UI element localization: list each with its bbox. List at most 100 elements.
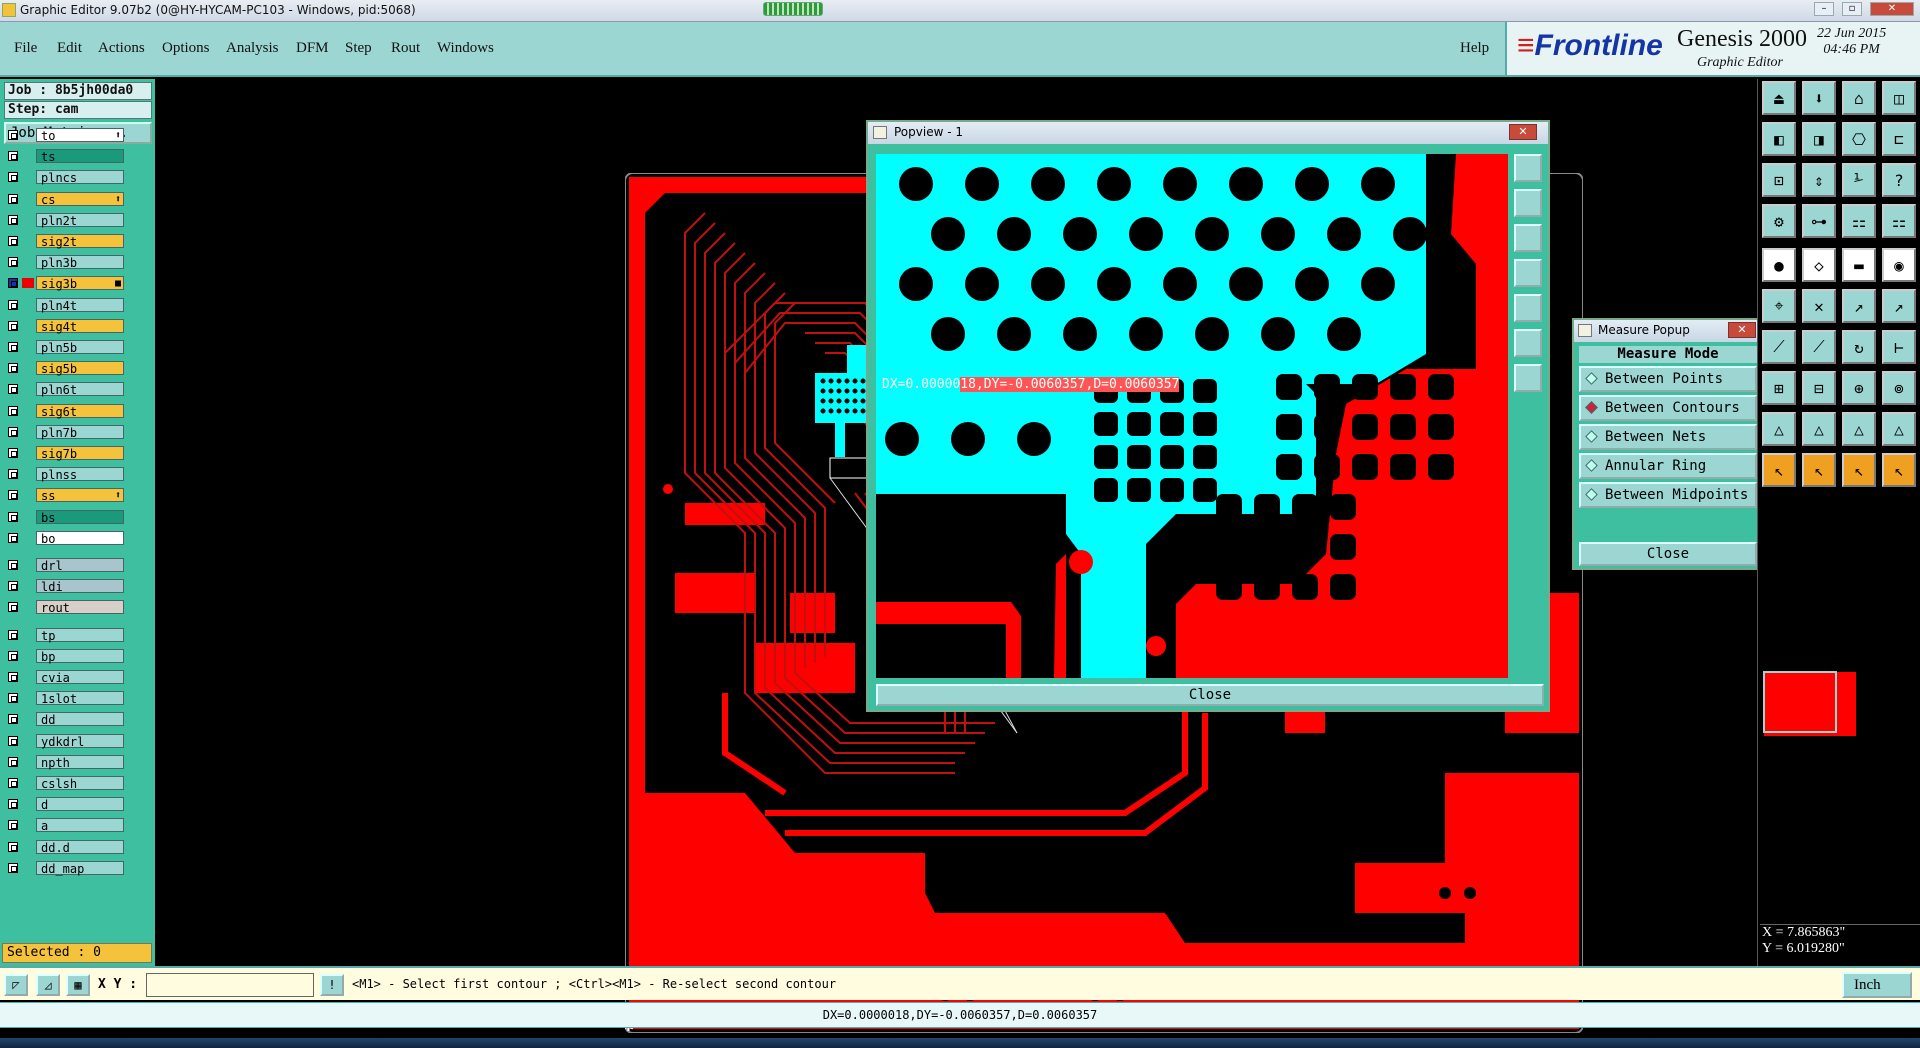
tool-pad-round-icon[interactable]: ● [1762,248,1796,282]
tool-select-a-icon[interactable]: ↖ [1762,453,1796,487]
tool-delete-node-icon[interactable]: ✕ [1802,289,1836,323]
popview-zoom-view[interactable]: DX=0.0000018,DY=-0.0060357,D=0.0060357 [876,154,1508,678]
layer-name[interactable]: 1slot [36,691,124,706]
layer-row-a[interactable]: a [6,818,124,833]
option-between-nets[interactable]: Between Nets [1579,424,1757,450]
layer-row-pln7b[interactable]: pln7b [6,424,124,440]
tool-triangle-d-icon[interactable]: △ [1882,412,1916,446]
tool-prev-icon[interactable]: ◧ [1762,122,1796,156]
layer-name[interactable]: dd [36,712,124,727]
layer-row-pln3b[interactable]: pln3b [6,255,124,270]
layer-checkbox[interactable] [8,841,18,852]
measure-close-x-button[interactable]: ✕ [1728,322,1756,338]
layer-row-tp[interactable]: tp [6,627,124,643]
popview-snap-icon[interactable] [1514,364,1542,392]
layer-name[interactable]: to ⬆ [36,128,124,143]
layer-checkbox[interactable] [8,532,18,543]
layer-row-dd.d[interactable]: dd.d [6,839,124,855]
tool-rotate-icon[interactable]: ↻ [1842,330,1876,364]
popview-title-bar[interactable]: Popview - 1 [868,122,1548,144]
tool-line-icon[interactable]: ▬ [1842,248,1876,282]
tool-home-icon[interactable]: ⌂ [1842,81,1876,115]
popview-pan-left-icon[interactable] [1514,259,1542,287]
layer-name[interactable]: bp [36,648,124,664]
layer-name[interactable]: ts [36,149,124,164]
layer-checkbox[interactable] [8,257,18,268]
tool-add-line-icon[interactable]: ↗ [1842,289,1876,323]
layer-checkbox[interactable] [8,193,18,204]
layer-row-ydkdrl[interactable]: ydkdrl [6,733,124,749]
tool-fit-all-icon[interactable]: ⎔ [1842,122,1876,156]
layer-row-pln4t[interactable]: pln4t [6,297,124,313]
info-icon[interactable]: ! [320,974,344,996]
layer-row-cslsh[interactable]: cslsh [6,776,124,791]
layer-row-sig7b[interactable]: sig7b [6,446,124,461]
layer-name[interactable]: pln6t [36,382,124,397]
layer-name[interactable]: sig7b [36,446,124,461]
layer-name[interactable]: pln4t [36,297,124,313]
layer-name[interactable]: pln3b [36,255,124,270]
menu-analysis[interactable]: Analysis [226,40,279,57]
units-selector[interactable]: Inch [1842,972,1912,998]
layer-checkbox[interactable] [8,130,18,140]
layer-name[interactable]: cs ⬆ [36,191,124,207]
layer-row-drl[interactable]: drl [6,558,124,573]
option-between-contours[interactable]: Between Contours [1579,395,1757,421]
popview-close-button[interactable]: Close [876,684,1544,706]
layer-row-npth[interactable]: npth [6,754,124,770]
menu-rout[interactable]: Rout [391,40,420,57]
layer-name[interactable]: pln2t [36,212,124,228]
overview-thumbnail[interactable] [1760,670,1856,738]
tool-filter-icon[interactable]: ⚏ [1842,204,1876,238]
layer-name[interactable]: ss ⬆ [36,488,124,503]
layer-name[interactable]: ydkdrl [36,733,124,749]
layer-name[interactable]: a [36,818,124,833]
layer-row-rout[interactable]: rout [6,600,124,615]
layer-row-cvia[interactable]: cvia [6,670,124,685]
layer-row-pln6t[interactable]: pln6t [6,382,124,397]
menu-options[interactable]: Options [162,40,210,57]
tool-pad-icon[interactable]: ⊶ [1802,204,1836,238]
layer-checkbox[interactable] [8,342,18,352]
layer-checkbox[interactable] [8,299,18,310]
tool-zoom-rect-icon[interactable]: ⊡ [1762,163,1796,197]
tool-circle-icon[interactable]: ◉ [1882,248,1916,282]
tool-scale-icon[interactable]: ⅟ [1842,163,1876,197]
menu-step[interactable]: Step [345,40,372,57]
layer-name[interactable]: sig2t [36,234,124,249]
layer-checkbox[interactable] [8,735,18,746]
layer-row-sig5b[interactable]: sig5b [6,361,124,376]
menu-windows[interactable]: Windows [437,40,494,57]
tool-snap-icon[interactable]: ⊕ [1842,371,1876,405]
popview-pan-right-icon[interactable] [1514,294,1542,322]
layer-name[interactable]: plncs [36,170,124,185]
close-window-button[interactable]: ✕ [1870,2,1914,16]
layer-name[interactable]: cslsh [36,776,124,791]
layer-row-sig3b[interactable]: sig3b ■ [6,276,124,291]
tool-add-arc-icon[interactable]: ↗ [1882,289,1916,323]
tool-triangle-b-icon[interactable]: △ [1802,412,1836,446]
grid-icon[interactable]: ▦ [66,974,90,996]
tool-grid-minus-icon[interactable]: ⊟ [1802,371,1836,405]
menu-actions[interactable]: Actions [98,40,145,57]
tool-help-icon[interactable]: ? [1882,163,1916,197]
tool-edit-line-icon[interactable]: ⟋ [1762,330,1796,364]
layer-name[interactable]: sig6t [36,403,124,419]
xy-input[interactable] [146,973,314,997]
layer-checkbox[interactable] [8,426,18,437]
layer-name[interactable]: pln7b [36,424,124,440]
layer-row-ldi[interactable]: ldi [6,579,124,594]
layer-checkbox[interactable] [8,214,18,225]
layer-row-bs[interactable]: bs [6,509,124,525]
tool-settings-icon[interactable]: ⚙ [1762,204,1796,238]
layer-checkbox[interactable] [8,151,18,162]
layer-checkbox[interactable] [8,650,18,661]
layer-row-bp[interactable]: bp [6,648,124,664]
tool-triangle-a-icon[interactable]: △ [1762,412,1796,446]
layer-name[interactable]: dd_map [36,860,124,876]
layer-name[interactable]: sig4t [36,318,124,334]
layer-name[interactable]: sig3b ■ [36,276,124,291]
popview-zoom-in-icon[interactable] [1514,189,1542,217]
layer-checkbox[interactable] [8,560,18,570]
tool-select-d-icon[interactable]: ↖ [1882,453,1916,487]
